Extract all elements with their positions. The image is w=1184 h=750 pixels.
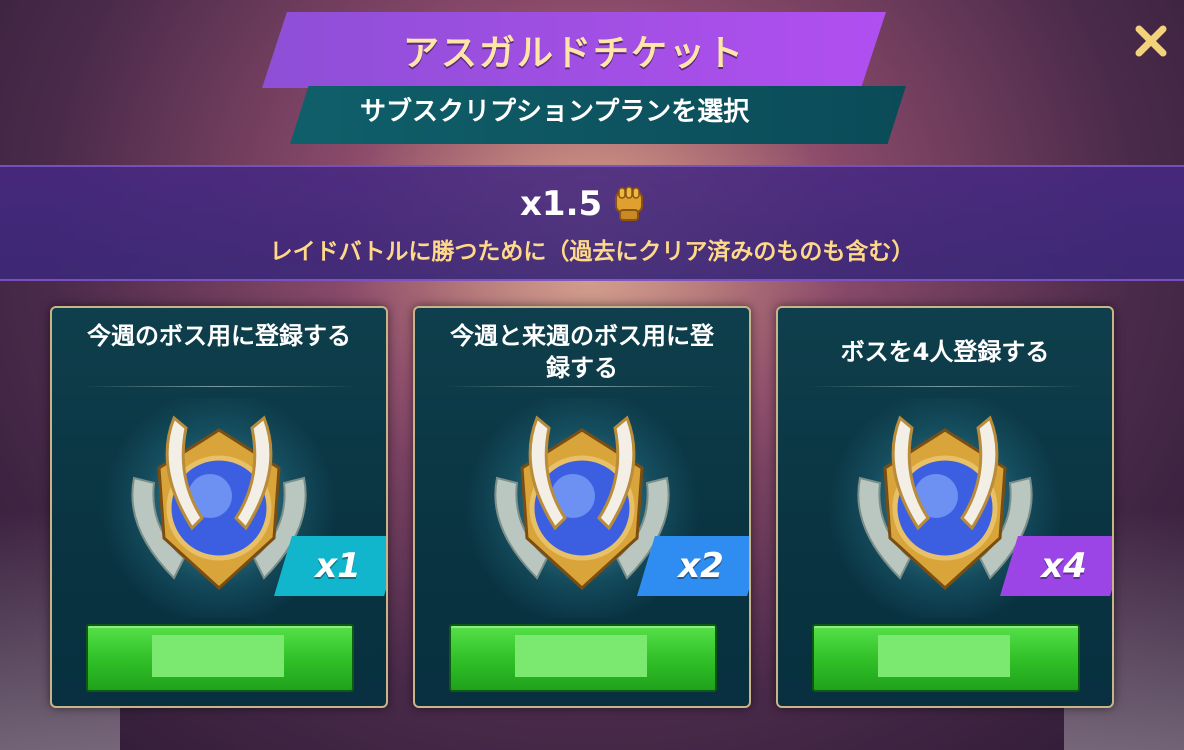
purchase-button-label: [152, 635, 284, 677]
purchase-button-label: [878, 635, 1010, 677]
plan-title: 今週と来週のボス用に登録する: [415, 320, 749, 384]
plan-title-text: 今週と来週のボス用に登録する: [450, 322, 714, 382]
multiplier-value: x1.5: [520, 184, 603, 224]
bonus-multiplier: x1.5: [520, 182, 648, 226]
plan-card-2[interactable]: 今週と来週のボス用に登録する x2: [413, 306, 751, 708]
purchase-button-1[interactable]: [86, 624, 354, 692]
purchase-button-3[interactable]: [812, 624, 1080, 692]
plan-count-badge: x4: [1000, 536, 1112, 596]
plan-card-1[interactable]: 今週のボス用に登録する x1: [50, 306, 388, 708]
fist-icon: [615, 186, 644, 221]
plan-title: ボスを4人登録する: [778, 336, 1112, 368]
close-icon: [1135, 25, 1167, 57]
plan-title: 今週のボス用に登録する: [52, 320, 386, 352]
plan-title-text: ボスを4人登録する: [840, 338, 1050, 366]
purchase-button-2[interactable]: [449, 624, 717, 692]
plan-card-3[interactable]: ボスを4人登録する x4: [776, 306, 1114, 708]
purchase-button-label: [515, 635, 647, 677]
page-title: アスガルドチケット: [402, 33, 745, 74]
subtitle-label: サブスクリプションプランを選択: [360, 97, 750, 127]
close-button[interactable]: [1130, 20, 1172, 62]
subtitle: サブスクリプションプランを選択: [360, 96, 800, 128]
plan-count-badge: x1: [274, 536, 386, 596]
bonus-description: レイドバトルに勝つために（過去にクリア済みのものも含む）: [269, 239, 915, 265]
divider: [445, 386, 719, 387]
plan-count-badge: x2: [637, 536, 749, 596]
divider: [808, 386, 1082, 387]
title-banner: アスガルドチケット: [262, 12, 886, 88]
divider: [82, 386, 356, 387]
plan-title-text: 今週のボス用に登録する: [87, 322, 351, 350]
